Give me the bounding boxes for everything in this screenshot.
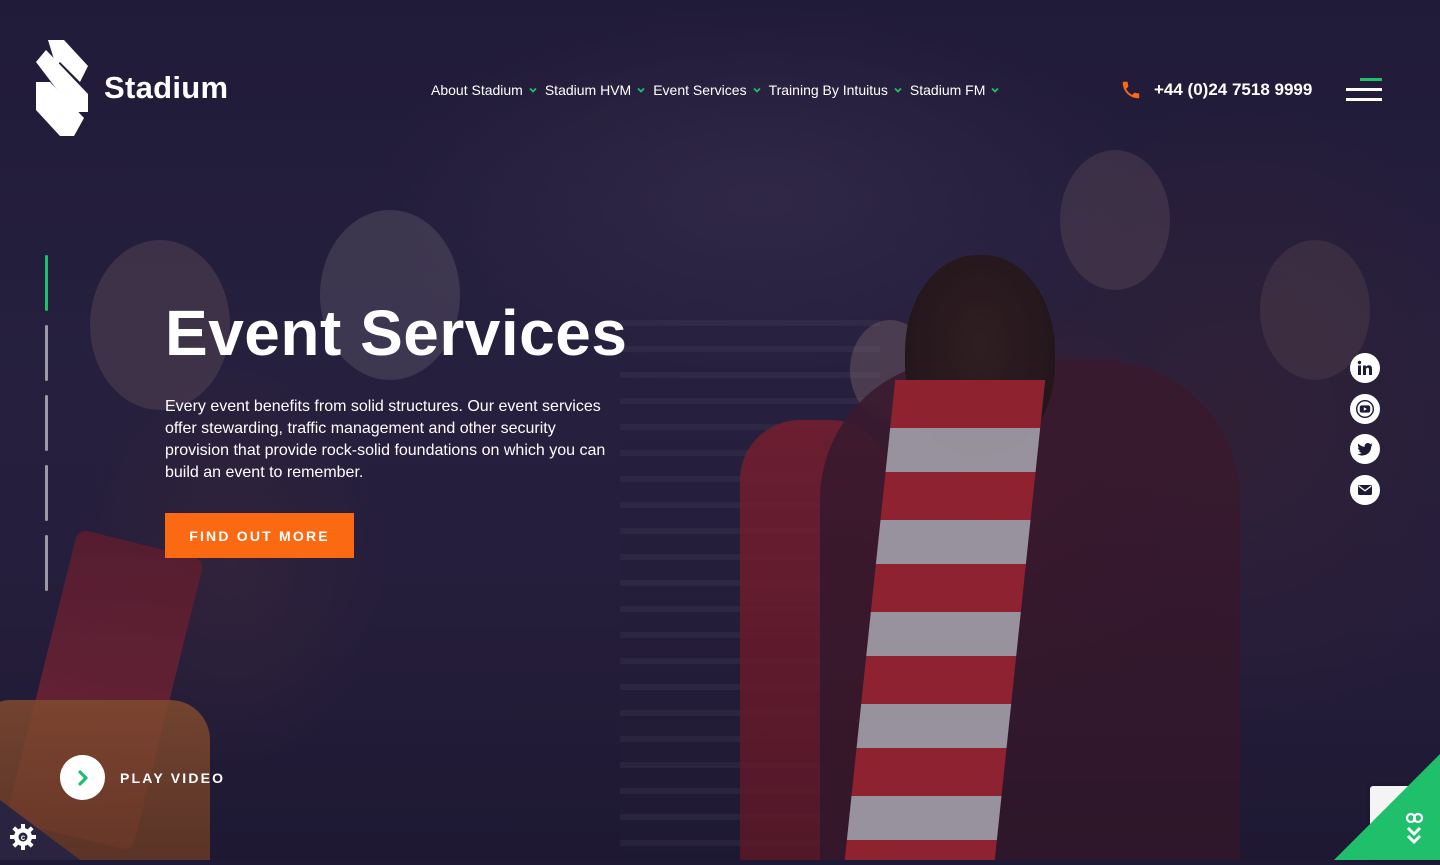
cookie-settings-button[interactable]: c — [0, 780, 80, 860]
chevron-down-icon — [529, 87, 537, 93]
nav-item-training[interactable]: Training By Intuitus — [769, 82, 902, 98]
nav-item-event-services[interactable]: Event Services — [653, 82, 761, 98]
slide-indicator[interactable] — [45, 255, 48, 311]
accessibility-button[interactable] — [1334, 754, 1440, 860]
email-icon[interactable] — [1350, 474, 1380, 505]
social-links — [1350, 353, 1380, 515]
hero-title: Event Services — [165, 297, 628, 369]
nav-label: Training By Intuitus — [768, 82, 888, 98]
hamburger-line — [1346, 88, 1382, 91]
play-video-label: PLAY VIDEO — [120, 769, 226, 786]
twitter-icon[interactable] — [1350, 434, 1380, 464]
linkedin-icon[interactable] — [1350, 353, 1380, 383]
find-out-more-button[interactable]: FIND OUT MORE — [165, 513, 354, 558]
phone-number: +44 (0)24 7518 9999 — [1154, 80, 1313, 99]
slide-indicators — [45, 255, 51, 605]
nav-label: Event Services — [653, 82, 747, 98]
slide-indicator[interactable] — [45, 465, 48, 521]
nav-label: Stadium HVM — [544, 82, 632, 98]
hamburger-menu-button[interactable] — [1346, 78, 1382, 102]
main-navigation: About Stadium Stadium HVM Event Services… — [431, 82, 1007, 98]
slide-indicator[interactable] — [45, 395, 48, 451]
site-logo[interactable]: Stadium — [34, 38, 228, 138]
cookie-settings-icon: c — [10, 824, 36, 850]
chevron-down-icon — [637, 87, 645, 93]
hamburger-line — [1360, 78, 1382, 81]
stadium-logo-icon — [34, 38, 90, 138]
play-video-button[interactable]: PLAY VIDEO — [60, 755, 225, 800]
nav-label: Stadium FM — [909, 82, 986, 98]
phone-icon — [1122, 81, 1140, 99]
svg-text:c: c — [21, 833, 26, 842]
chevron-down-icon — [752, 87, 761, 93]
chevron-down-icon — [894, 87, 902, 93]
slide-indicator[interactable] — [45, 535, 48, 591]
youtube-icon[interactable] — [1350, 393, 1380, 424]
hamburger-line — [1346, 98, 1382, 101]
nav-item-stadium-hvm[interactable]: Stadium HVM — [545, 82, 645, 98]
nav-item-about-stadium[interactable]: About Stadium — [431, 82, 537, 98]
phone-link[interactable]: +44 (0)24 7518 9999 — [1120, 79, 1312, 101]
nav-label: About Stadium — [431, 82, 523, 98]
hero-description: Every event benefits from solid structur… — [165, 398, 606, 481]
nav-item-stadium-fm[interactable]: Stadium FM — [909, 82, 1000, 98]
slide-indicator[interactable] — [45, 325, 48, 381]
chevron-down-icon — [991, 87, 1000, 93]
logo-text: Stadium — [104, 70, 229, 105]
